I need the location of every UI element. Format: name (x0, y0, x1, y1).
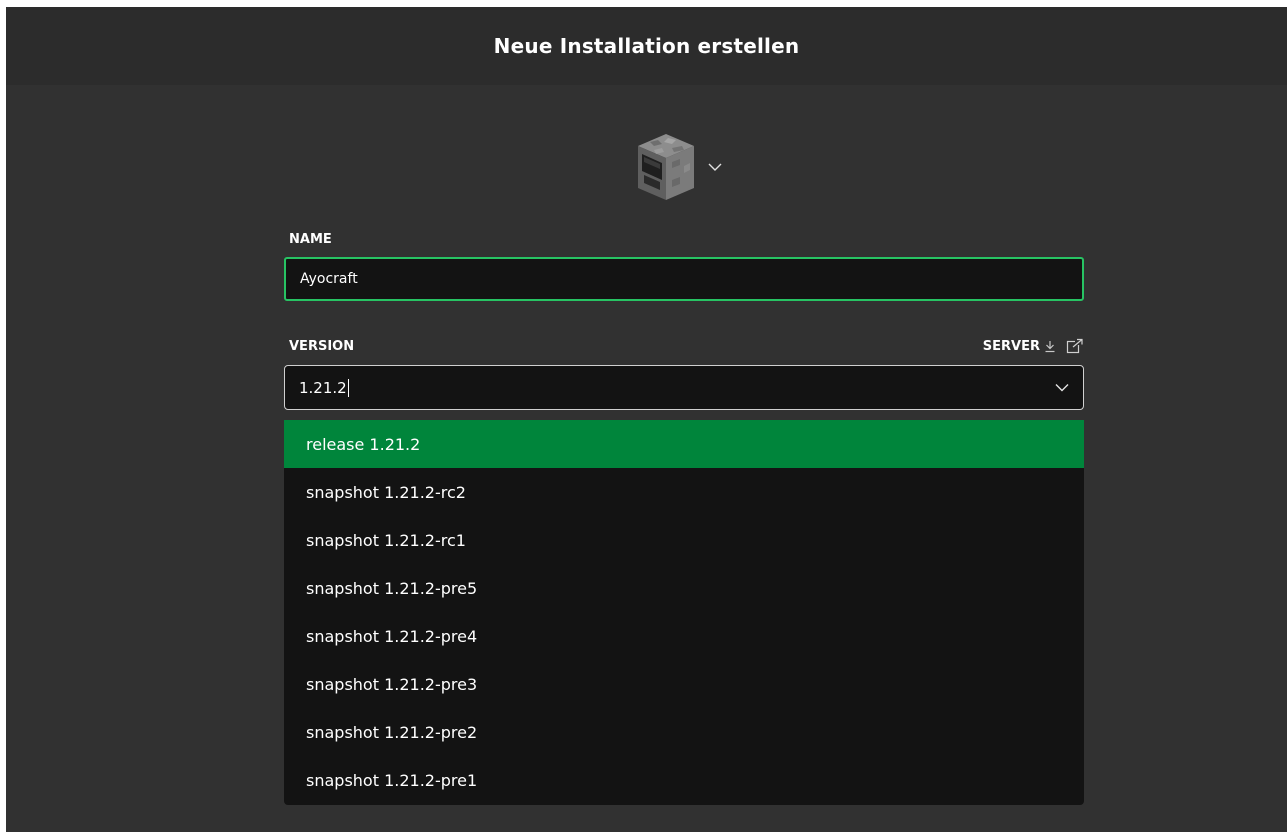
external-link-icon[interactable] (1066, 338, 1084, 354)
name-input[interactable]: Ayocraft (284, 257, 1084, 301)
version-input[interactable]: 1.21.2 (284, 365, 1084, 410)
version-option[interactable]: snapshot 1.21.2-pre1 (284, 756, 1084, 804)
version-option[interactable]: snapshot 1.21.2-pre4 (284, 612, 1084, 660)
name-input-value: Ayocraft (300, 271, 358, 287)
version-option[interactable]: snapshot 1.21.2-pre2 (284, 708, 1084, 756)
name-label: NAME (289, 232, 332, 247)
installation-icon-picker[interactable] (636, 125, 746, 209)
chevron-down-icon[interactable] (708, 162, 722, 172)
version-dropdown-list: release 1.21.2 snapshot 1.21.2-rc2 snaps… (284, 420, 1084, 805)
server-download-link[interactable]: SERVER (983, 338, 1084, 354)
page-title: Neue Installation erstellen (493, 34, 800, 58)
version-option[interactable]: release 1.21.2 (284, 420, 1084, 468)
server-label: SERVER (982, 338, 1040, 354)
dialog-header: Neue Installation erstellen (6, 7, 1287, 85)
new-installation-dialog: Neue Installation erstellen NAME Ayocraf… (6, 7, 1287, 832)
chevron-down-icon[interactable] (1055, 383, 1069, 392)
download-icon (1045, 340, 1055, 352)
text-caret (347, 378, 349, 397)
version-option[interactable]: snapshot 1.21.2-rc2 (284, 468, 1084, 516)
version-input-value: 1.21.2 (299, 378, 347, 397)
version-label: VERSION (289, 339, 355, 354)
furnace-icon (638, 134, 694, 200)
version-option[interactable]: snapshot 1.21.2-rc1 (284, 516, 1084, 564)
version-option[interactable]: snapshot 1.21.2-pre5 (284, 564, 1084, 612)
version-option[interactable]: snapshot 1.21.2-pre3 (284, 660, 1084, 708)
